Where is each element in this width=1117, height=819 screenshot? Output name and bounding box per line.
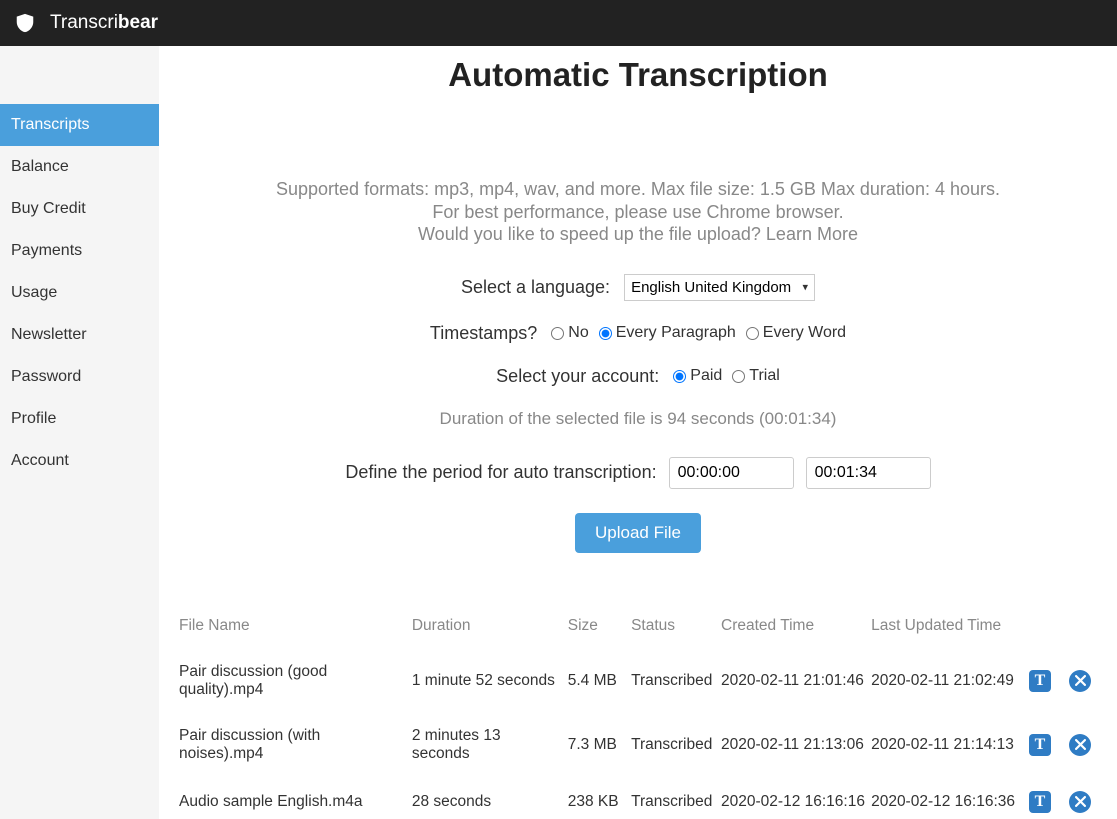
sidebar-item-balance[interactable]: Balance xyxy=(0,146,159,188)
table-row: Audio sample English.m4a28 seconds238 KB… xyxy=(179,777,1097,819)
sidebar-item-account[interactable]: Account xyxy=(0,440,159,482)
timestamps-option-label: Every Word xyxy=(763,324,846,342)
cell-updated: 2020-02-11 21:02:49 xyxy=(871,649,1021,713)
delete-icon[interactable] xyxy=(1069,791,1091,813)
account-radio[interactable] xyxy=(732,370,745,383)
cell-file: Audio sample English.m4a xyxy=(179,777,412,819)
timestamps-radio[interactable] xyxy=(551,327,564,340)
info-line-2: For best performance, please use Chrome … xyxy=(179,201,1097,224)
transcript-icon[interactable]: T xyxy=(1029,791,1051,813)
brand-bold: bear xyxy=(118,12,158,33)
sidebar: TranscriptsBalanceBuy CreditPaymentsUsag… xyxy=(0,46,159,819)
sidebar-item-buy-credit[interactable]: Buy Credit xyxy=(0,188,159,230)
cell-updated: 2020-02-11 21:14:13 xyxy=(871,713,1021,777)
table-header-row: File Name Duration Size Status Created T… xyxy=(179,609,1097,649)
files-table: File Name Duration Size Status Created T… xyxy=(179,609,1097,819)
timestamps-option-label: No xyxy=(568,324,588,342)
account-option-label: Trial xyxy=(749,367,780,385)
cell-status: Transcribed xyxy=(631,649,721,713)
cell-updated: 2020-02-12 16:16:36 xyxy=(871,777,1021,819)
period-row: Define the period for auto transcription… xyxy=(179,457,1097,489)
sidebar-item-newsletter[interactable]: Newsletter xyxy=(0,314,159,356)
timestamps-option-no[interactable]: No xyxy=(551,324,588,342)
cell-status: Transcribed xyxy=(631,777,721,819)
timestamps-radio[interactable] xyxy=(599,327,612,340)
th-updated: Last Updated Time xyxy=(871,609,1021,649)
timestamps-option-every-word[interactable]: Every Word xyxy=(746,324,846,342)
cell-duration: 28 seconds xyxy=(412,777,568,819)
transcript-icon[interactable]: T xyxy=(1029,670,1051,692)
cell-file: Pair discussion (with noises).mp4 xyxy=(179,713,412,777)
cell-created: 2020-02-11 21:01:46 xyxy=(721,649,871,713)
account-row: Select your account: Paid Trial xyxy=(179,366,1097,387)
cell-duration: 1 minute 52 seconds xyxy=(412,649,568,713)
cell-size: 5.4 MB xyxy=(568,649,631,713)
language-label: Select a language: xyxy=(461,277,610,298)
cell-created: 2020-02-11 21:13:06 xyxy=(721,713,871,777)
table-row: Pair discussion (with noises).mp42 minut… xyxy=(179,713,1097,777)
cell-size: 238 KB xyxy=(568,777,631,819)
info-line-1: Supported formats: mp3, mp4, wav, and mo… xyxy=(179,178,1097,201)
brand[interactable]: Transcribear xyxy=(50,12,158,34)
period-end-input[interactable] xyxy=(806,457,931,489)
cell-created: 2020-02-12 16:16:16 xyxy=(721,777,871,819)
sidebar-item-profile[interactable]: Profile xyxy=(0,398,159,440)
account-label: Select your account: xyxy=(496,366,659,387)
cell-file: Pair discussion (good quality).mp4 xyxy=(179,649,412,713)
timestamps-label: Timestamps? xyxy=(430,323,537,344)
account-option-paid[interactable]: Paid xyxy=(673,367,722,385)
learn-more-link[interactable]: Learn More xyxy=(766,224,858,244)
upload-file-button[interactable]: Upload File xyxy=(575,513,701,553)
logo-icon xyxy=(14,12,36,34)
main-content: Automatic Transcription Supported format… xyxy=(159,46,1117,819)
account-option-trial[interactable]: Trial xyxy=(732,367,780,385)
timestamps-radio[interactable] xyxy=(746,327,759,340)
th-size: Size xyxy=(568,609,631,649)
table-row: Pair discussion (good quality).mp41 minu… xyxy=(179,649,1097,713)
info-line-3: Would you like to speed up the file uplo… xyxy=(179,223,1097,246)
cell-duration: 2 minutes 13 seconds xyxy=(412,713,568,777)
cell-status: Transcribed xyxy=(631,713,721,777)
cell-size: 7.3 MB xyxy=(568,713,631,777)
transcript-icon[interactable]: T xyxy=(1029,734,1051,756)
sidebar-item-transcripts[interactable]: Transcripts xyxy=(0,104,159,146)
th-status: Status xyxy=(631,609,721,649)
brand-thin: Transcri xyxy=(50,12,118,33)
top-bar: Transcribear xyxy=(0,0,1117,46)
account-option-label: Paid xyxy=(690,367,722,385)
th-file: File Name xyxy=(179,609,412,649)
delete-icon[interactable] xyxy=(1069,670,1091,692)
delete-icon[interactable] xyxy=(1069,734,1091,756)
duration-note: Duration of the selected file is 94 seco… xyxy=(179,409,1097,429)
period-label: Define the period for auto transcription… xyxy=(345,462,656,483)
th-duration: Duration xyxy=(412,609,568,649)
info-block: Supported formats: mp3, mp4, wav, and mo… xyxy=(179,178,1097,246)
timestamps-group: No Every Paragraph Every Word xyxy=(551,324,846,342)
sidebar-item-usage[interactable]: Usage xyxy=(0,272,159,314)
sidebar-item-payments[interactable]: Payments xyxy=(0,230,159,272)
period-start-input[interactable] xyxy=(669,457,794,489)
timestamps-row: Timestamps? No Every Paragraph Every Word xyxy=(179,323,1097,344)
account-radio[interactable] xyxy=(673,370,686,383)
language-row: Select a language: English United Kingdo… xyxy=(179,274,1097,301)
timestamps-option-label: Every Paragraph xyxy=(616,324,736,342)
language-select[interactable]: English United Kingdom xyxy=(624,274,815,301)
th-created: Created Time xyxy=(721,609,871,649)
timestamps-option-every-paragraph[interactable]: Every Paragraph xyxy=(599,324,736,342)
account-group: Paid Trial xyxy=(673,367,780,385)
page-title: Automatic Transcription xyxy=(179,56,1097,94)
sidebar-item-password[interactable]: Password xyxy=(0,356,159,398)
